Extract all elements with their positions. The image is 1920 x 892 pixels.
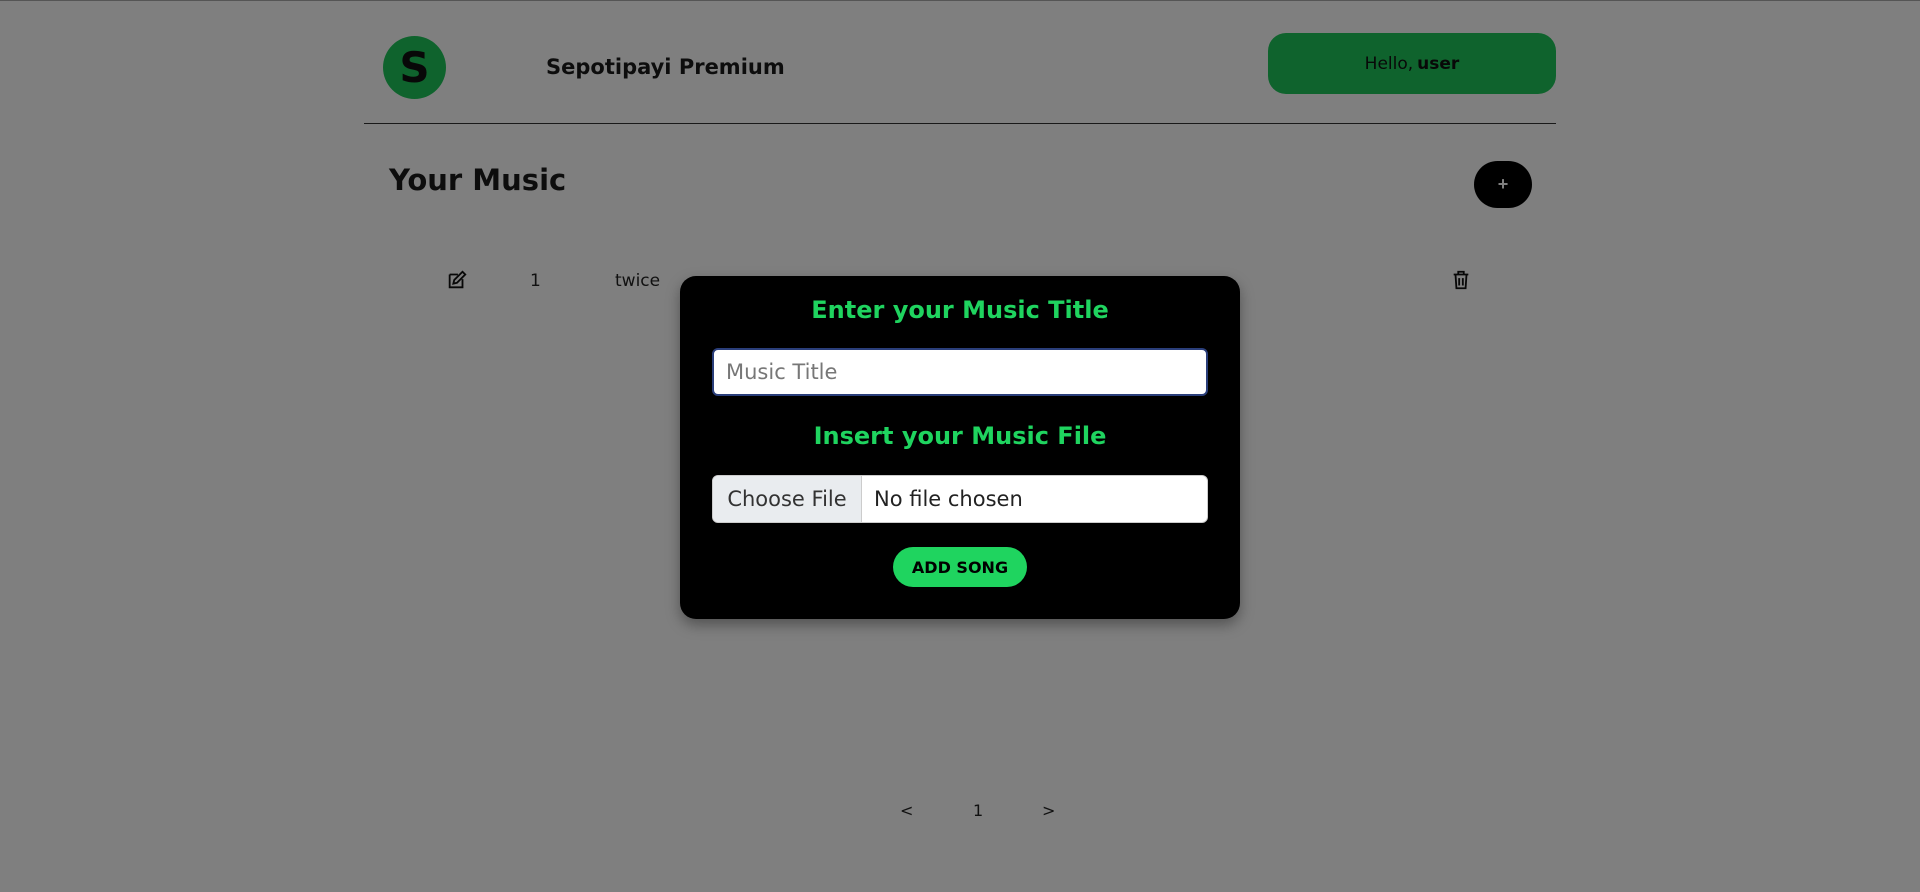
add-song-submit-button[interactable]: ADD SONG (893, 547, 1027, 587)
add-song-modal: Enter your Music Title Insert your Music… (680, 276, 1240, 619)
file-heading: Insert your Music File (813, 422, 1107, 450)
file-status: No file chosen (874, 487, 1023, 511)
page: S Sepotipayi Premium Hello, user Your Mu… (0, 0, 1920, 892)
choose-file-button[interactable]: Choose File (713, 476, 862, 522)
music-title-input[interactable] (712, 348, 1208, 396)
music-file-input[interactable]: Choose File No file chosen (712, 475, 1208, 523)
title-heading: Enter your Music Title (811, 296, 1109, 324)
